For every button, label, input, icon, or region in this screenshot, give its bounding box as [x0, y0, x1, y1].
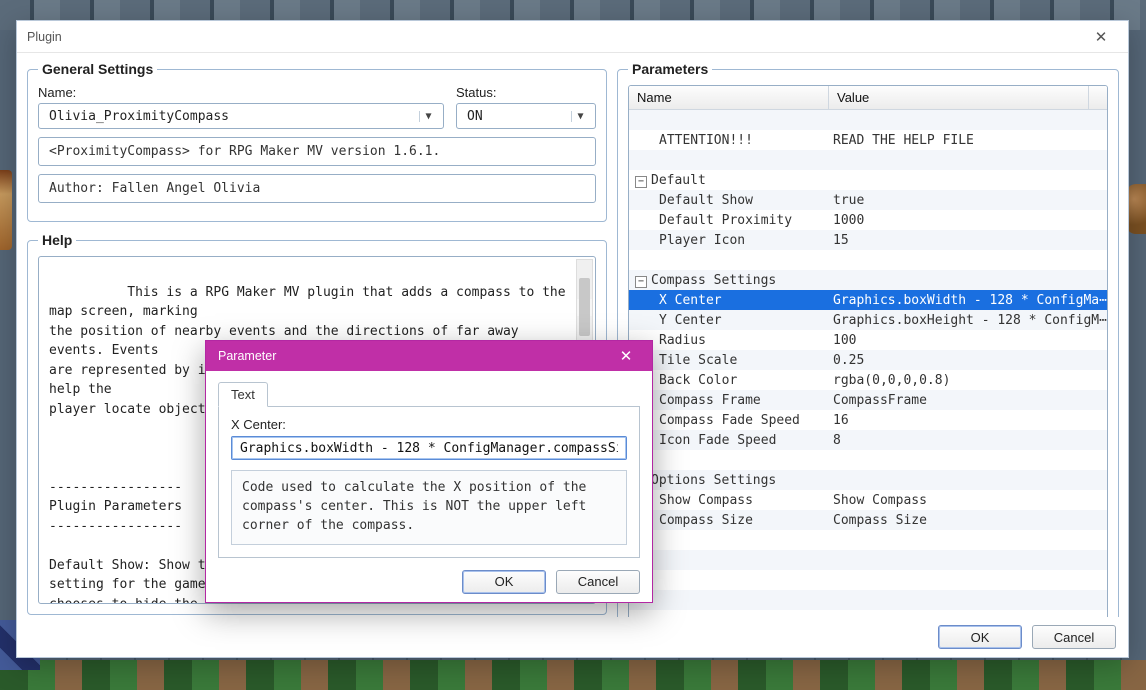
param-row[interactable]: Player Icon15 [629, 230, 1107, 250]
parameter-description: Code used to calculate the X position of… [231, 470, 627, 545]
status-label: Status: [456, 85, 596, 100]
param-row[interactable]: Show CompassShow Compass [629, 490, 1107, 510]
column-header-name[interactable]: Name [629, 86, 829, 109]
param-name: Default Show [629, 193, 829, 208]
param-blank-row [629, 590, 1107, 610]
param-value: 15 [829, 233, 1107, 248]
cancel-button[interactable]: Cancel [1032, 625, 1116, 649]
ok-button[interactable]: OK [938, 625, 1022, 649]
parameter-dialog: Parameter ✕ Text X Center: Code used to … [205, 340, 653, 603]
parameter-cancel-button[interactable]: Cancel [556, 570, 640, 594]
general-settings-legend: General Settings [38, 61, 157, 77]
param-name: Compass Fade Speed [629, 413, 829, 428]
param-name: Player Icon [629, 233, 829, 248]
param-blank-row [629, 550, 1107, 570]
plugin-name-select[interactable]: Olivia_ProximityCompass ▼ [38, 103, 444, 129]
param-group-name: Options Settings [651, 473, 776, 488]
help-legend: Help [38, 232, 76, 248]
param-value: Graphics.boxWidth - 128 * ConfigMa⋯ [829, 293, 1107, 308]
scroll-thumb[interactable] [579, 278, 590, 336]
parameters-body: ATTENTION!!!READ THE HELP FILE−DefaultDe… [629, 110, 1107, 617]
parameter-ok-button[interactable]: OK [462, 570, 546, 594]
plugin-window-title: Plugin [27, 30, 62, 44]
param-name: Compass Frame [629, 393, 829, 408]
param-value: 0.25 [829, 353, 1107, 368]
param-name: X Center [629, 293, 829, 308]
collapse-icon[interactable]: − [635, 276, 647, 288]
param-group-name: Compass Settings [651, 273, 776, 288]
close-icon[interactable]: ✕ [606, 341, 646, 371]
plugin-status-select[interactable]: ON ▼ [456, 103, 596, 129]
parameter-field-label: X Center: [231, 417, 627, 432]
parameters-group: Parameters Name Value ATTENTION!!!READ T… [617, 61, 1119, 617]
close-icon[interactable]: ✕ [1080, 22, 1122, 52]
param-value: Graphics.boxHeight - 128 * ConfigM⋯ [829, 313, 1107, 328]
plugin-status-value: ON [467, 109, 483, 124]
param-row[interactable]: Tile Scale0.25 [629, 350, 1107, 370]
param-value: 16 [829, 413, 1107, 428]
parameter-dialog-title: Parameter [218, 349, 276, 363]
collapse-icon[interactable]: − [635, 176, 647, 188]
param-value: 1000 [829, 213, 1107, 228]
parameter-value-input[interactable] [231, 436, 627, 460]
parameters-header: Name Value [629, 86, 1107, 110]
parameters-legend: Parameters [628, 61, 712, 77]
param-blank-row [629, 450, 1107, 470]
chevron-down-icon: ▼ [571, 111, 589, 122]
plugin-author: Author: Fallen Angel Olivia [38, 174, 596, 203]
plugin-description: <ProximityCompass> for RPG Maker MV vers… [38, 137, 596, 166]
param-group-row[interactable]: −Default [629, 170, 1107, 190]
column-header-value[interactable]: Value [829, 86, 1089, 109]
param-name: ATTENTION!!! [629, 133, 829, 148]
param-group-row[interactable]: −Compass Settings [629, 270, 1107, 290]
plugin-window-buttons: OK Cancel [17, 617, 1128, 657]
param-blank-row [629, 610, 1107, 617]
param-row[interactable]: Compass FrameCompassFrame [629, 390, 1107, 410]
param-value: rgba(0,0,0,0.8) [829, 373, 1107, 388]
param-value: 100 [829, 333, 1107, 348]
plugin-name-value: Olivia_ProximityCompass [49, 109, 229, 124]
param-name: Default Proximity [629, 213, 829, 228]
param-name: Icon Fade Speed [629, 433, 829, 448]
plugin-window-titlebar[interactable]: Plugin ✕ [17, 21, 1128, 53]
param-row[interactable]: Back Colorrgba(0,0,0,0.8) [629, 370, 1107, 390]
parameter-dialog-titlebar[interactable]: Parameter ✕ [206, 341, 652, 371]
param-name: Y Center [629, 313, 829, 328]
chevron-down-icon: ▼ [419, 111, 437, 122]
param-blank-row [629, 570, 1107, 590]
param-group-name: Default [651, 173, 706, 188]
param-row[interactable]: Y CenterGraphics.boxHeight - 128 * Confi… [629, 310, 1107, 330]
param-value: Show Compass [829, 493, 1107, 508]
param-value: 8 [829, 433, 1107, 448]
param-row[interactable]: Default Proximity1000 [629, 210, 1107, 230]
param-blank-row [629, 530, 1107, 550]
general-settings-group: General Settings Name: Olivia_ProximityC… [27, 61, 607, 222]
param-row[interactable]: Radius100 [629, 330, 1107, 350]
name-label: Name: [38, 85, 444, 100]
parameter-tab-pane: X Center: Code used to calculate the X p… [218, 406, 640, 558]
param-blank-row [629, 110, 1107, 130]
param-row[interactable]: Compass Fade Speed16 [629, 410, 1107, 430]
param-row[interactable]: X CenterGraphics.boxWidth - 128 * Config… [629, 290, 1107, 310]
param-name: Compass Size [629, 513, 829, 528]
param-row[interactable]: Default Showtrue [629, 190, 1107, 210]
param-row[interactable]: Icon Fade Speed8 [629, 430, 1107, 450]
param-value: READ THE HELP FILE [829, 133, 1107, 148]
param-group-row[interactable]: −Options Settings [629, 470, 1107, 490]
parameters-table[interactable]: Name Value ATTENTION!!!READ THE HELP FIL… [628, 85, 1108, 617]
param-value: Compass Size [829, 513, 1107, 528]
param-value: CompassFrame [829, 393, 1107, 408]
param-row[interactable]: Compass SizeCompass Size [629, 510, 1107, 530]
tab-text[interactable]: Text [218, 382, 268, 407]
column-header-spacer [1089, 86, 1107, 109]
param-blank-row [629, 250, 1107, 270]
param-name: Radius [629, 333, 829, 348]
param-blank-row [629, 150, 1107, 170]
param-name: Tile Scale [629, 353, 829, 368]
param-name: Show Compass [629, 493, 829, 508]
param-name: Back Color [629, 373, 829, 388]
param-value: true [829, 193, 1107, 208]
param-row[interactable]: ATTENTION!!!READ THE HELP FILE [629, 130, 1107, 150]
